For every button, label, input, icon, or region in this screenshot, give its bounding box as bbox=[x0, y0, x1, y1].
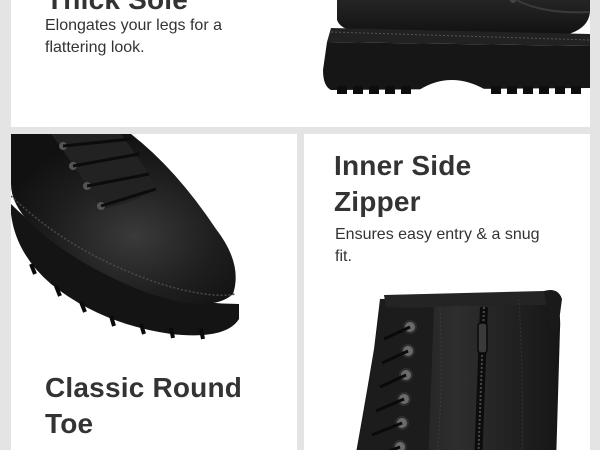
feature-card-side-zipper: Inner Side Zipper Ensures easy entry & a… bbox=[304, 134, 590, 450]
feature-card-thick-sole: Thick Sole Elongates your legs for a fla… bbox=[11, 0, 590, 127]
feature-title: Inner Side Zipper bbox=[334, 150, 472, 217]
feature-description: Ensures easy entry & a snug fit. bbox=[335, 226, 540, 265]
feature-description: Elongates your legs for a flattering loo… bbox=[45, 17, 222, 56]
feature-card-round-toe: Classic Round Toe bbox=[11, 134, 297, 450]
product-feature-grid: Thick Sole Elongates your legs for a fla… bbox=[0, 0, 600, 450]
boot-round-toe-image bbox=[11, 134, 239, 340]
feature-title: Classic Round Toe bbox=[45, 372, 243, 439]
boot-side-zipper-image bbox=[356, 290, 562, 450]
boot-thick-sole-image bbox=[323, 0, 590, 94]
